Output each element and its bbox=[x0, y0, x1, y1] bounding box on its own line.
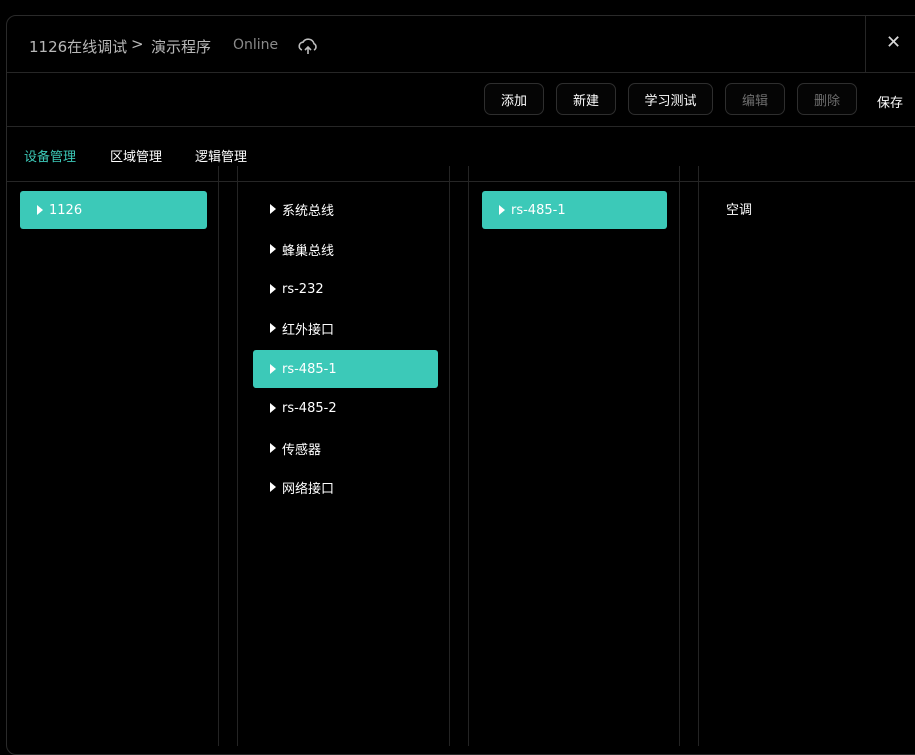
list-item-interface[interactable]: 传感器 bbox=[253, 429, 438, 467]
tab-device-management[interactable]: 设备管理 bbox=[24, 146, 76, 165]
learn-test-button[interactable]: 学习测试 bbox=[628, 83, 713, 115]
column-devices: 空调 bbox=[698, 166, 915, 746]
expand-arrow-icon bbox=[270, 443, 276, 453]
close-icon: ✕ bbox=[886, 32, 902, 53]
breadcrumb-page: 演示程序 bbox=[151, 38, 212, 56]
list-item-label: 传感器 bbox=[282, 442, 322, 458]
expand-arrow-icon bbox=[270, 204, 276, 214]
expand-arrow-icon bbox=[37, 205, 43, 215]
list-item-label: 蜂巢总线 bbox=[282, 243, 335, 259]
list-item-label: rs-485-1 bbox=[282, 361, 337, 377]
expand-arrow-icon bbox=[270, 244, 276, 254]
list-item-interface[interactable]: rs-485-2 bbox=[253, 389, 438, 427]
cloud-sync-icon[interactable] bbox=[297, 37, 319, 55]
tab-area-management[interactable]: 区域管理 bbox=[110, 146, 162, 165]
list-item-label: 1126 bbox=[49, 202, 83, 218]
expand-arrow-icon bbox=[270, 482, 276, 492]
expand-arrow-icon bbox=[270, 364, 276, 374]
breadcrumb-separator: > bbox=[131, 35, 144, 53]
tab-logic-management[interactable]: 逻辑管理 bbox=[195, 146, 247, 165]
list-item-label: rs-485-2 bbox=[282, 400, 337, 416]
expand-arrow-icon bbox=[270, 284, 276, 294]
list-item-label: 红外接口 bbox=[282, 322, 335, 338]
list-item-interface[interactable]: 红外接口 bbox=[253, 309, 438, 347]
list-item-interface[interactable]: rs-232 bbox=[253, 270, 438, 308]
breadcrumb-root[interactable]: 1126在线调试 bbox=[29, 36, 127, 57]
list-item-label: 网络接口 bbox=[282, 481, 335, 497]
toolbar: 添加 新建 学习测试 编辑 删除 保存 bbox=[7, 72, 915, 127]
save-button[interactable]: 保存 bbox=[877, 92, 903, 111]
delete-button[interactable]: 删除 bbox=[797, 83, 857, 115]
expand-arrow-icon bbox=[270, 323, 276, 333]
column-buses: rs-485-1 bbox=[468, 166, 680, 746]
list-item-interface[interactable]: 蜂巢总线 bbox=[253, 230, 438, 268]
column-interfaces: 系统总线 蜂巢总线 rs-232 红外接口 rs-485-1 rs-485-2 … bbox=[237, 166, 450, 746]
expand-arrow-icon bbox=[270, 403, 276, 413]
list-item-label: rs-232 bbox=[282, 281, 324, 297]
list-item-device[interactable]: 空调 bbox=[726, 189, 896, 227]
list-item-interface-selected[interactable]: rs-485-1 bbox=[253, 350, 438, 388]
close-button[interactable]: ✕ bbox=[865, 16, 915, 72]
list-item-controller[interactable]: 1126 bbox=[20, 191, 207, 229]
list-item-label: 空调 bbox=[726, 202, 753, 218]
edit-button[interactable]: 编辑 bbox=[725, 83, 785, 115]
list-item-interface[interactable]: 系统总线 bbox=[253, 190, 438, 228]
expand-arrow-icon bbox=[499, 205, 505, 215]
connection-status: Online bbox=[233, 37, 279, 53]
add-button[interactable]: 添加 bbox=[484, 83, 544, 115]
list-item-bus[interactable]: rs-485-1 bbox=[482, 191, 667, 229]
list-item-label: rs-485-1 bbox=[511, 202, 566, 218]
new-button[interactable]: 新建 bbox=[556, 83, 616, 115]
list-item-label: 系统总线 bbox=[282, 203, 335, 219]
column-controllers: 1126 bbox=[6, 166, 219, 746]
list-item-interface[interactable]: 网络接口 bbox=[253, 468, 438, 506]
title-bar: 1126在线调试 > 演示程序 Online ✕ bbox=[7, 16, 915, 73]
